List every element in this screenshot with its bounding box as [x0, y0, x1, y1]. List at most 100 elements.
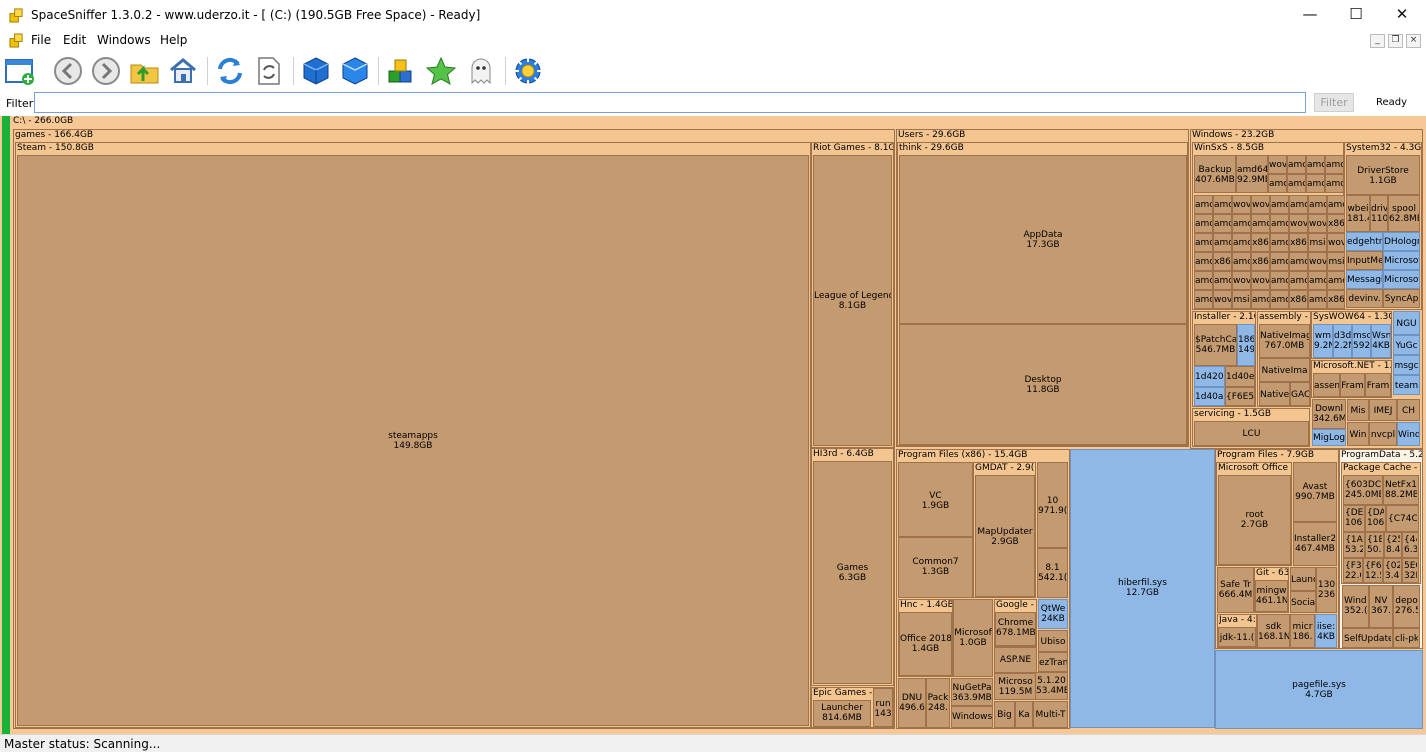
- folder-epic-launcher[interactable]: Launcher 814.6MB: [813, 700, 871, 727]
- folder-ngu[interactable]: NGU: [1393, 311, 1420, 335]
- folder-1d4207[interactable]: 1d4207: [1194, 366, 1225, 387]
- folder-msc[interactable]: msc 592: [1352, 324, 1371, 358]
- winsxs-tile[interactable]: amc: [1308, 195, 1327, 214]
- winsxs-tile[interactable]: amc: [1325, 174, 1344, 193]
- folder-jdk[interactable]: jdk-11.(: [1218, 627, 1256, 647]
- folder-common7[interactable]: Common7 1.3GB: [898, 537, 973, 598]
- folder-44[interactable]: {44 6.3(: [1402, 532, 1419, 558]
- folder-de[interactable]: {DE 106.: [1343, 505, 1365, 532]
- winsxs-tile[interactable]: amc: [1251, 214, 1270, 233]
- folder-vc[interactable]: VC 1.9GB: [898, 462, 973, 537]
- folder-framework2[interactable]: Fram: [1365, 373, 1391, 397]
- folder-appdata[interactable]: AppData 17.3GB: [899, 155, 1187, 324]
- winsxs-tile[interactable]: wov: [1289, 214, 1308, 233]
- folder-1d40a7[interactable]: 1d40a7: [1194, 387, 1225, 406]
- folder-wm[interactable]: wm 9.2N: [1313, 324, 1333, 358]
- winsxs-tile[interactable]: amc: [1194, 233, 1213, 252]
- folder-wind[interactable]: Wind: [1397, 422, 1420, 446]
- folder-qtwe[interactable]: QtWe 24KB: [1038, 599, 1068, 629]
- folder-c74ce[interactable]: {C74CE: [1386, 505, 1419, 532]
- winsxs-tile[interactable]: amc: [1325, 155, 1344, 174]
- winsxs-tile[interactable]: wov: [1251, 195, 1270, 214]
- folder-office-2018[interactable]: Office 2018 1.4GB: [899, 612, 952, 676]
- folder-launcher-pf[interactable]: Launc: [1290, 567, 1316, 591]
- folder-aspnet[interactable]: ASP.NE: [994, 647, 1037, 673]
- winsxs-tile[interactable]: amc: [1213, 214, 1232, 233]
- winsxs-tile[interactable]: wov: [1251, 271, 1270, 290]
- folder-multit[interactable]: Multi-T: [1033, 701, 1068, 728]
- folder-nugetpa[interactable]: NuGetPa 363.9MB: [951, 678, 993, 706]
- folder-assembly-net[interactable]: assen: [1313, 373, 1340, 397]
- folder-eztrans[interactable]: ezTran: [1038, 652, 1068, 672]
- winsxs-tile[interactable]: amc: [1194, 214, 1213, 233]
- folder-02[interactable]: {02 3.4N: [1383, 558, 1402, 583]
- folder-gac[interactable]: GAC: [1290, 382, 1310, 406]
- folder-pack[interactable]: Pack 248.: [926, 678, 950, 728]
- folder-social[interactable]: Socia: [1290, 591, 1316, 613]
- folder-big[interactable]: Big: [994, 701, 1015, 728]
- winsxs-tile[interactable]: amc: [1308, 271, 1327, 290]
- folder-1b[interactable]: {1B 50.:: [1365, 532, 1384, 558]
- folder-windows-x86[interactable]: Windows: [951, 706, 993, 728]
- folder-d3d[interactable]: d3d 2.2N: [1333, 324, 1352, 358]
- folder-win[interactable]: Win: [1347, 422, 1369, 446]
- winsxs-tile[interactable]: x86: [1251, 233, 1270, 252]
- winsxs-tile[interactable]: msi: [1232, 290, 1251, 309]
- winsxs-tile[interactable]: msi: [1308, 233, 1327, 252]
- folder-drivers[interactable]: driv 110: [1370, 195, 1388, 232]
- winsxs-tile[interactable]: amc: [1287, 155, 1306, 174]
- folder-syncap[interactable]: SyncAp: [1383, 289, 1420, 308]
- winsxs-tile[interactable]: amc: [1268, 174, 1287, 193]
- winsxs-tile[interactable]: amc: [1289, 271, 1308, 290]
- folder-epic-run[interactable]: run 143: [873, 688, 893, 727]
- folder-chrome[interactable]: Chrome 678.1MB: [995, 612, 1036, 646]
- folder-inputme[interactable]: InputMe: [1346, 251, 1383, 270]
- folder-lcu[interactable]: LCU: [1194, 421, 1309, 446]
- folder-603dcf[interactable]: {603DCF 245.0MB: [1343, 475, 1383, 505]
- folder-iise[interactable]: iise: 4KB: [1315, 614, 1337, 648]
- folder-f6[interactable]: {F6 12.5: [1363, 558, 1383, 583]
- folder-mapupdater[interactable]: MapUpdater 2.9GB: [975, 475, 1035, 597]
- folder-wbem[interactable]: wbei 181.4: [1346, 195, 1370, 232]
- folder-sdk[interactable]: sdk 168.1N: [1257, 614, 1290, 648]
- winsxs-tile[interactable]: amc: [1194, 252, 1213, 271]
- folder-5-1-20[interactable]: 5.1.20 53.4ME: [1035, 672, 1068, 700]
- folder-microsoft[interactable]: Microsof 1.0GB: [953, 599, 993, 677]
- winsxs-tile[interactable]: amc: [1270, 271, 1289, 290]
- winsxs-tile[interactable]: amc: [1213, 195, 1232, 214]
- winsxs-tile[interactable]: amc: [1306, 174, 1325, 193]
- folder-safe-tr[interactable]: Safe Tr 666.4M: [1217, 567, 1254, 613]
- winsxs-tile[interactable]: amc: [1270, 233, 1289, 252]
- folder-cli-pk[interactable]: cli-pk: [1393, 628, 1420, 648]
- folder-framework1[interactable]: Fram: [1340, 373, 1365, 397]
- folder-devinv[interactable]: devinv.: [1346, 289, 1383, 308]
- winsxs-tile[interactable]: amc: [1270, 214, 1289, 233]
- folder-25e[interactable]: {25E 8.4N: [1384, 532, 1402, 558]
- winsxs-tile[interactable]: amc: [1194, 271, 1213, 290]
- folder-10[interactable]: 10 971.9(: [1037, 462, 1068, 548]
- folder-driverstore[interactable]: DriverStore 1.1GB: [1346, 155, 1420, 195]
- winsxs-tile[interactable]: x86: [1289, 290, 1308, 309]
- winsxs-tile[interactable]: amc: [1270, 195, 1289, 214]
- winsxs-tile[interactable]: amc: [1287, 174, 1306, 193]
- folder-miglog[interactable]: MigLog: [1312, 429, 1346, 446]
- folder-root[interactable]: root 2.7GB: [1218, 475, 1291, 565]
- folder-patchcache[interactable]: $PatchCa 546.7MB: [1194, 324, 1237, 366]
- folder-f6e5[interactable]: {F6E5: [1225, 387, 1255, 406]
- folder-avast[interactable]: Avast 990.7MB: [1293, 462, 1337, 522]
- winsxs-tile[interactable]: x86: [1251, 252, 1270, 271]
- folder-dholog[interactable]: DHologr: [1383, 232, 1420, 251]
- folder-186[interactable]: 186 149: [1237, 324, 1255, 366]
- file-pagefile[interactable]: pagefile.sys 4.7GB: [1215, 650, 1423, 729]
- folder-f3[interactable]: {F3 22.6: [1343, 558, 1363, 583]
- folder-nativeimages2[interactable]: NativeIma: [1259, 358, 1310, 382]
- folder-misc[interactable]: Mis: [1347, 399, 1369, 421]
- winsxs-tile[interactable]: x86: [1289, 233, 1308, 252]
- folder-ubisoft[interactable]: Ubiso: [1038, 630, 1068, 652]
- winsxs-tile[interactable]: amc: [1232, 252, 1251, 271]
- folder-nativeimages1[interactable]: NativeImag 767.0MB: [1259, 324, 1310, 358]
- folder-microsoft2[interactable]: Microso 119.5M: [994, 673, 1037, 700]
- folder-hi3rd-games[interactable]: Games 6.3GB: [813, 461, 892, 684]
- folder-microsof-sys2[interactable]: Microsof: [1383, 270, 1420, 289]
- folder-netfx[interactable]: NetFx1e 88.2MB: [1383, 475, 1419, 505]
